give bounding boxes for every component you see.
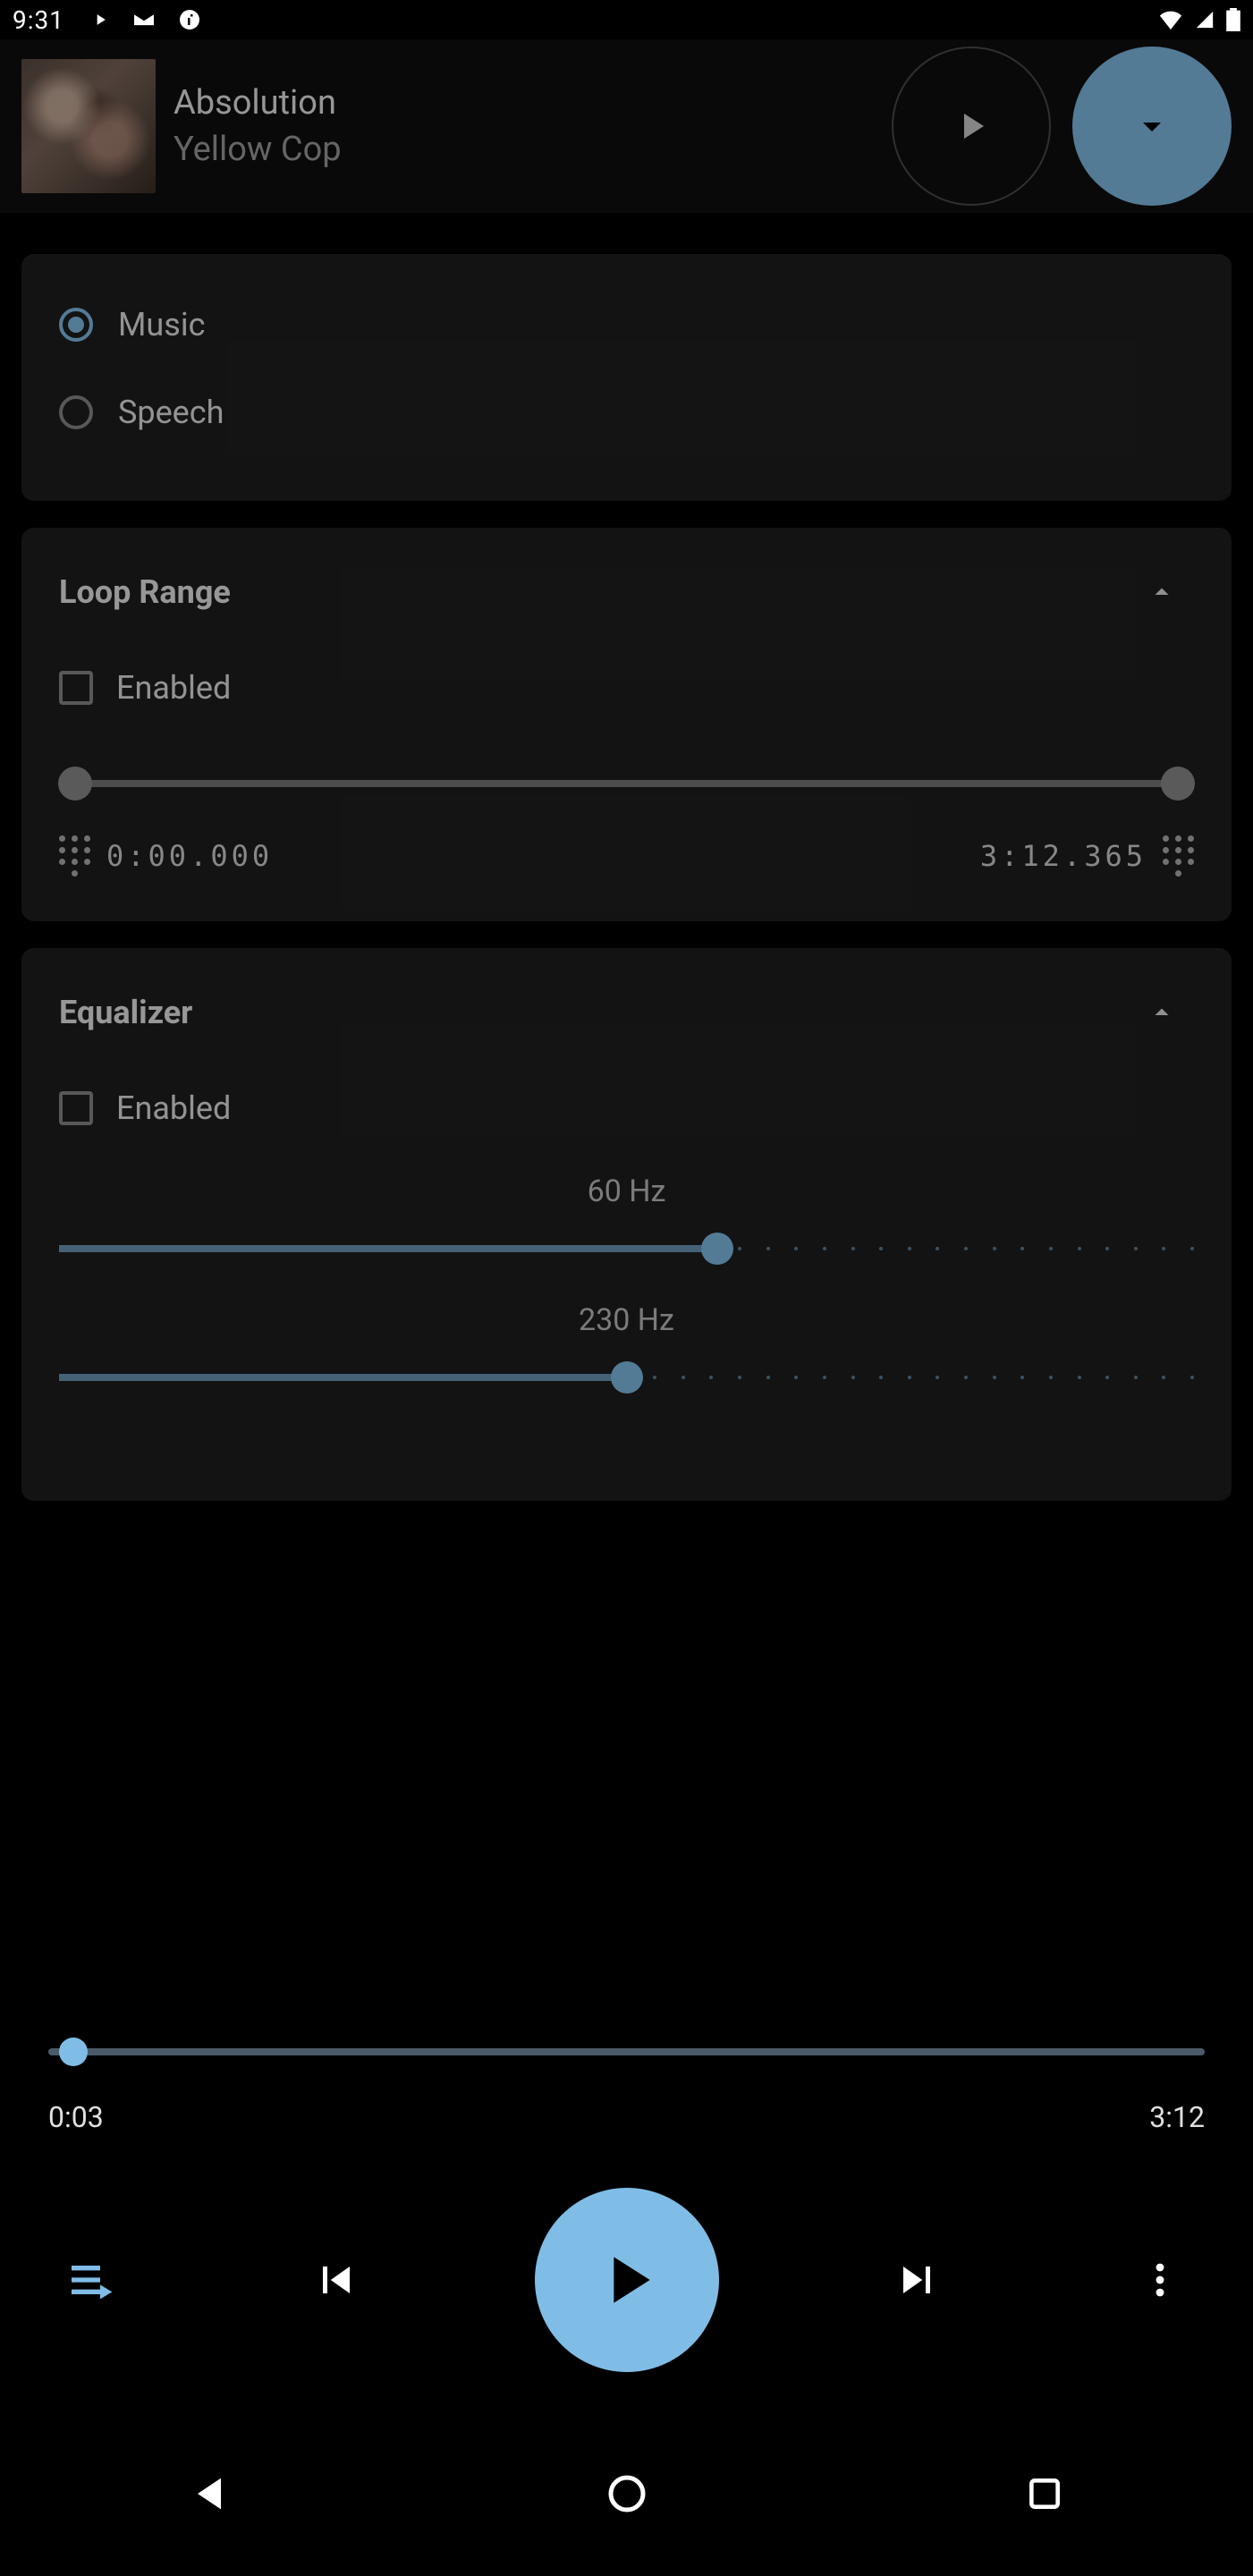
nav-home-button[interactable] bbox=[564, 2431, 690, 2556]
next-button[interactable] bbox=[872, 2235, 961, 2325]
radio-icon bbox=[59, 308, 93, 342]
checkbox-icon bbox=[59, 671, 93, 705]
eq-band-label: 230 Hz bbox=[59, 1302, 1194, 1338]
miniplayer-header: Absolution Yellow Cop bbox=[0, 39, 1253, 213]
nav-recent-button[interactable] bbox=[982, 2431, 1107, 2556]
slider-thumb[interactable] bbox=[701, 1233, 733, 1265]
checkbox-icon bbox=[59, 1091, 93, 1125]
back-icon bbox=[186, 2470, 233, 2517]
loop-range-card: Loop Range Enabled bbox=[21, 528, 1232, 921]
info-icon bbox=[179, 9, 200, 30]
header-play-button[interactable] bbox=[892, 47, 1051, 206]
eq-slider-230hz[interactable] bbox=[59, 1361, 1194, 1394]
previous-button[interactable] bbox=[292, 2235, 381, 2325]
radio-music[interactable]: Music bbox=[59, 281, 1194, 369]
loop-start-handle[interactable] bbox=[58, 767, 92, 801]
chevron-down-icon bbox=[1130, 105, 1173, 148]
more-button[interactable] bbox=[1115, 2235, 1205, 2325]
eq-band-60hz: 60 Hz bbox=[59, 1174, 1194, 1265]
elapsed-time: 0:03 bbox=[48, 2100, 104, 2134]
play-icon bbox=[588, 2241, 666, 2319]
collapse-eq-button[interactable] bbox=[1130, 980, 1194, 1045]
loop-times: 0:00.000 3:12.365 bbox=[59, 835, 1194, 877]
nav-back-button[interactable] bbox=[147, 2431, 272, 2556]
statusbar-left-icons bbox=[91, 9, 200, 30]
player-controls: 0:03 3:12 bbox=[0, 2000, 1253, 2411]
card-title: Equalizer bbox=[59, 994, 192, 1031]
collapse-loop-button[interactable] bbox=[1130, 560, 1194, 624]
play-icon bbox=[91, 11, 109, 29]
slider-thumb[interactable] bbox=[611, 1361, 643, 1394]
android-nav-bar bbox=[0, 2411, 1253, 2576]
loop-start-time: 0:00.000 bbox=[106, 839, 273, 873]
dialpad-icon[interactable] bbox=[59, 835, 90, 877]
eq-band-label: 60 Hz bbox=[59, 1174, 1194, 1209]
checkbox-label: Enabled bbox=[116, 1089, 231, 1127]
statusbar-time: 9:31 bbox=[13, 5, 64, 35]
wifi-icon bbox=[1158, 10, 1183, 30]
play-icon bbox=[950, 105, 993, 148]
header-collapse-button[interactable] bbox=[1072, 47, 1232, 206]
radio-label: Music bbox=[118, 306, 205, 343]
chevron-up-icon bbox=[1146, 996, 1178, 1029]
track-title: Absolution bbox=[174, 83, 342, 123]
loop-range-slider[interactable] bbox=[59, 766, 1194, 801]
total-time: 3:12 bbox=[1149, 2100, 1205, 2134]
queue-button[interactable] bbox=[48, 2235, 138, 2325]
seek-bar[interactable] bbox=[48, 2038, 1205, 2066]
track-artist: Yellow Cop bbox=[174, 130, 342, 169]
radio-speech[interactable]: Speech bbox=[59, 369, 1194, 456]
mail-icon bbox=[132, 11, 156, 29]
checkbox-label: Enabled bbox=[116, 669, 231, 707]
statusbar-right-icons bbox=[1158, 8, 1240, 31]
android-status-bar: 9:31 bbox=[0, 0, 1253, 39]
home-icon bbox=[605, 2472, 648, 2515]
seek-thumb[interactable] bbox=[59, 2038, 88, 2066]
dialpad-icon[interactable] bbox=[1163, 835, 1194, 877]
card-title: Loop Range bbox=[59, 573, 231, 611]
queue-icon bbox=[64, 2251, 122, 2309]
skip-previous-icon bbox=[309, 2253, 363, 2307]
play-button[interactable] bbox=[535, 2188, 719, 2372]
radio-icon bbox=[59, 395, 93, 429]
signal-icon bbox=[1194, 10, 1215, 30]
radio-label: Speech bbox=[118, 394, 224, 431]
loop-end-handle[interactable] bbox=[1161, 767, 1195, 801]
eq-slider-60hz[interactable] bbox=[59, 1233, 1194, 1265]
eq-band-230hz: 230 Hz bbox=[59, 1302, 1194, 1394]
recent-icon bbox=[1025, 2474, 1064, 2513]
loop-enabled-checkbox[interactable]: Enabled bbox=[59, 660, 1194, 716]
loop-end-time: 3:12.365 bbox=[980, 839, 1147, 873]
track-text: Absolution Yellow Cop bbox=[174, 83, 342, 169]
eq-enabled-checkbox[interactable]: Enabled bbox=[59, 1080, 1194, 1136]
type-card: Music Speech bbox=[21, 254, 1232, 501]
skip-next-icon bbox=[890, 2253, 944, 2307]
more-vert-icon bbox=[1139, 2258, 1181, 2301]
battery-icon bbox=[1226, 8, 1240, 31]
chevron-up-icon bbox=[1146, 576, 1178, 608]
equalizer-card: Equalizer Enabled 60 Hz 230 Hz bbox=[21, 948, 1232, 1501]
album-art[interactable] bbox=[21, 59, 156, 193]
